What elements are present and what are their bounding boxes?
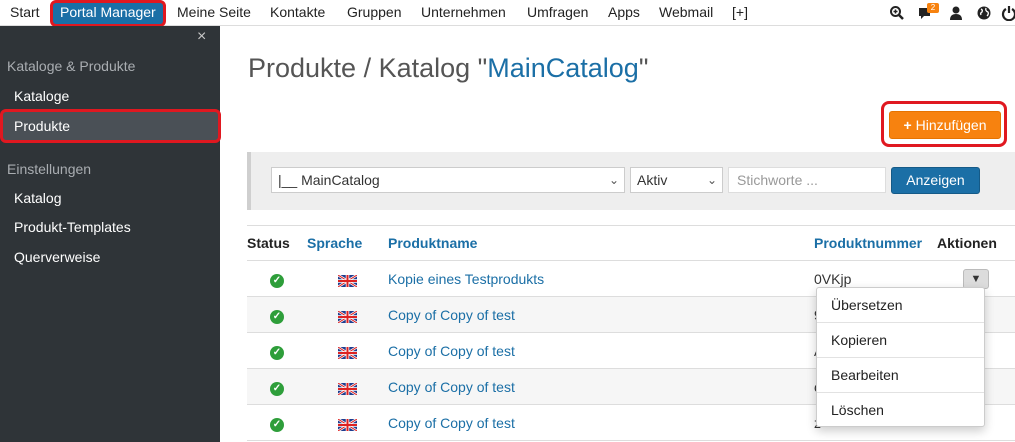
nav-umfragen[interactable]: Umfragen [527,0,588,26]
check-icon: ✓ [270,381,284,396]
uk-flag-icon [336,417,358,432]
header-product-number[interactable]: Produktnummer [813,225,937,261]
title-prefix: Produkte / Katalog " [248,53,488,83]
menu-item-translate[interactable]: Übersetzen [817,288,984,323]
nav-more[interactable]: [+] [732,0,748,26]
sidebar: × Kataloge & Produkte Kataloge Produkte … [0,26,221,442]
sidebar-item-kataloge[interactable]: Kataloge [14,88,69,104]
uk-flag-icon [336,381,358,396]
header-actions: Aktionen [937,225,1015,261]
add-button-highlight: + Hinzufügen [881,101,1007,147]
product-name-link[interactable]: Copy of Copy of test [388,307,515,323]
notification-badge: 2 [927,3,939,13]
menu-item-delete[interactable]: Löschen [817,393,984,428]
nav-webmail[interactable]: Webmail [659,0,713,26]
check-icon: ✓ [270,345,284,360]
uk-flag-icon [336,273,358,288]
product-name-link[interactable]: Kopie eines Testprodukts [388,271,544,287]
keywords-input[interactable]: Stichworte ... [728,167,886,193]
sidebar-item-katalog[interactable]: Katalog [14,190,61,206]
menu-item-copy[interactable]: Kopieren [817,323,984,358]
catalog-select-value: |__ MainCatalog [278,172,380,188]
product-name-link[interactable]: Copy of Copy of test [388,379,515,395]
power-icon[interactable] [1001,5,1015,22]
nav-apps[interactable]: Apps [608,0,640,26]
sidebar-section-settings: Einstellungen [7,161,92,177]
header-product-name[interactable]: Produktname [387,225,813,261]
table-header-row: Status Sprache Produktname Produktnummer… [247,225,1015,261]
zoom-icon[interactable] [889,5,905,21]
add-button[interactable]: + Hinzufügen [889,111,1001,139]
status-select-value: Aktiv [637,172,668,188]
nav-gruppen[interactable]: Gruppen [347,0,401,26]
product-number: 0VKjp [814,270,852,287]
nav-meine-seite[interactable]: Meine Seite [177,0,251,26]
nav-portal-manager[interactable]: Portal Manager [50,0,166,27]
nav-unternehmen[interactable]: Unternehmen [421,0,506,26]
sidebar-item-produkte[interactable]: Produkte [0,109,221,143]
actions-dropdown-menu: Übersetzen Kopieren Bearbeiten Löschen [816,287,985,427]
add-button-label: Hinzufügen [915,117,987,133]
status-select[interactable]: Aktiv ⌄ [630,167,723,193]
show-button[interactable]: Anzeigen [891,167,980,194]
top-navigation: Start Portal Manager Meine Seite Kontakt… [0,0,1015,27]
chevron-down-icon: ⌄ [706,173,717,187]
product-name-link[interactable]: Copy of Copy of test [388,343,515,359]
catalog-select[interactable]: |__ MainCatalog ⌄ [271,167,625,193]
sidebar-item-querverweise[interactable]: Querverweise [14,249,100,265]
sidebar-section-catalogs: Kataloge & Produkte [7,58,136,74]
page-title: Produkte / Katalog "MainCatalog" [248,53,648,84]
header-language[interactable]: Sprache [307,225,387,261]
title-catalog-link[interactable]: MainCatalog [487,53,639,83]
user-icon[interactable] [948,5,964,21]
nav-start[interactable]: Start [10,0,40,26]
actions-toggle-button[interactable]: ▼ [963,268,989,289]
chevron-down-icon: ⌄ [608,173,619,187]
menu-item-edit[interactable]: Bearbeiten [817,358,984,393]
globe-icon[interactable] [976,5,992,21]
check-icon: ✓ [270,417,284,432]
sidebar-item-produkt-templates[interactable]: Produkt-Templates [14,219,131,235]
check-icon: ✓ [270,273,284,288]
plus-icon: + [903,117,912,133]
filter-bar: |__ MainCatalog ⌄ Aktiv ⌄ Stichworte ... A… [247,152,1015,210]
check-icon: ✓ [270,309,284,324]
title-suffix: " [638,53,649,83]
uk-flag-icon [336,309,358,324]
close-icon[interactable]: × [197,28,206,46]
header-status: Status [247,225,307,261]
product-name-link[interactable]: Copy of Copy of test [388,415,515,431]
nav-kontakte[interactable]: Kontakte [270,0,325,26]
uk-flag-icon [336,345,358,360]
